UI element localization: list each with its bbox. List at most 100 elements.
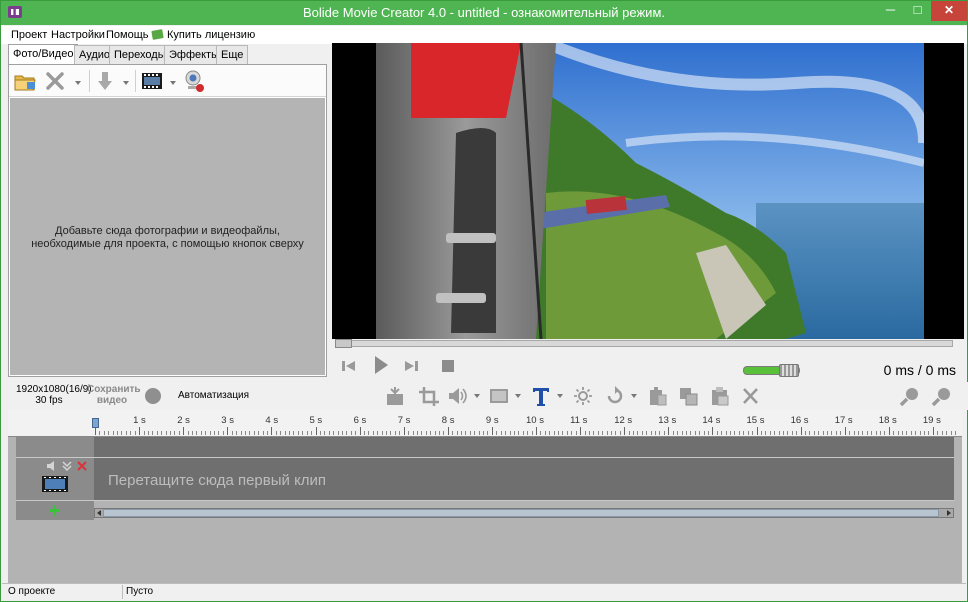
volume-icon[interactable] xyxy=(447,386,469,406)
video-scrub-bar[interactable] xyxy=(335,339,953,348)
remove-icon[interactable] xyxy=(740,386,762,406)
step-forward-icon[interactable] xyxy=(404,359,418,373)
ruler-major-tick xyxy=(403,427,405,435)
scroll-left-icon[interactable] xyxy=(95,509,103,517)
save-video-button[interactable]: Сохранить видео xyxy=(87,384,141,406)
ruler-minor-tick xyxy=(699,431,701,435)
ruler-major-tick xyxy=(888,427,890,435)
text-icon[interactable] xyxy=(531,386,553,406)
rotate-icon[interactable] xyxy=(605,386,627,406)
split-icon[interactable] xyxy=(384,386,406,406)
ruler-minor-tick xyxy=(615,431,617,435)
tab-more[interactable]: Еще xyxy=(216,45,249,64)
step-back-icon[interactable] xyxy=(342,359,356,373)
text-dropdown-icon[interactable] xyxy=(557,394,563,398)
menu-buy-license[interactable]: Купить лицензию xyxy=(167,29,255,41)
play-icon[interactable] xyxy=(373,355,389,375)
filter-dropdown-icon[interactable] xyxy=(515,394,521,398)
ruler-minor-tick xyxy=(544,431,546,435)
tab-photo-video[interactable]: Фото/Видео xyxy=(8,44,79,65)
clipboard-icon[interactable] xyxy=(709,386,731,406)
record-icon[interactable] xyxy=(145,388,161,404)
overlay-track[interactable] xyxy=(94,437,954,457)
ruler-minor-tick xyxy=(562,431,564,435)
ruler-minor-tick xyxy=(478,431,480,435)
film-dropdown-icon[interactable] xyxy=(170,81,176,85)
ruler-minor-tick xyxy=(500,431,502,435)
scroll-right-icon[interactable] xyxy=(945,509,953,517)
ruler-major-tick xyxy=(139,427,141,435)
move-dropdown-icon[interactable] xyxy=(123,81,129,85)
ruler-major-tick xyxy=(800,427,802,435)
volume-slider[interactable] xyxy=(743,364,800,377)
paste-icon[interactable] xyxy=(678,386,700,406)
brightness-icon[interactable] xyxy=(572,386,594,406)
resolution-label: 1920x1080(16/9) xyxy=(16,384,92,395)
ruler-minor-tick xyxy=(200,431,202,435)
ruler-minor-tick xyxy=(174,431,176,435)
move-down-icon[interactable] xyxy=(95,70,115,92)
ruler-label: 6 s xyxy=(353,415,367,426)
zoom-out-icon[interactable] xyxy=(931,386,953,406)
menu-settings[interactable]: Настройки xyxy=(51,29,105,41)
media-drop-area[interactable]: Добавьте сюда фотографии и видеофайлы, н… xyxy=(10,98,325,375)
ruler-minor-tick xyxy=(588,431,590,435)
ruler-minor-tick xyxy=(840,431,842,435)
open-folder-icon[interactable] xyxy=(13,70,37,92)
menu-project[interactable]: Проект xyxy=(11,29,47,41)
tab-effects[interactable]: Эффекты xyxy=(164,45,225,64)
timeline-scroll-thumb[interactable] xyxy=(103,509,939,517)
status-project-info[interactable]: О проекте xyxy=(8,586,55,597)
ruler-minor-tick xyxy=(884,431,886,435)
project-format[interactable]: 1920x1080(16/9) 30 fps xyxy=(16,384,92,406)
volume-handle[interactable] xyxy=(779,364,799,377)
close-button[interactable]: ✕ xyxy=(931,1,967,21)
ruler-minor-tick xyxy=(293,431,295,435)
volume-dropdown-icon[interactable] xyxy=(474,394,480,398)
delete-icon[interactable] xyxy=(45,71,67,91)
media-tabs: Фото/Видео Аудио Переходы Эффекты Еще xyxy=(8,44,328,65)
track-header-top xyxy=(16,437,94,457)
ruler-minor-tick xyxy=(540,431,542,435)
title-bar[interactable]: Bolide Movie Creator 4.0 - untitled - оз… xyxy=(1,1,967,25)
delete-track-icon[interactable] xyxy=(76,460,88,472)
project-toolbar: 1920x1080(16/9) 30 fps Сохранить видео А… xyxy=(2,382,968,410)
mute-icon[interactable] xyxy=(46,460,58,472)
maximize-button[interactable]: □ xyxy=(904,1,931,21)
timeline-hscrollbar[interactable] xyxy=(94,508,954,518)
collapse-icon[interactable] xyxy=(61,460,73,472)
ruler-minor-tick xyxy=(474,431,476,435)
automation-button[interactable]: Автоматизация xyxy=(178,390,249,401)
ruler-minor-tick xyxy=(399,431,401,435)
menu-bar: Проект Настройки Помощь Купить лицензию xyxy=(1,26,967,44)
ruler-minor-tick xyxy=(430,431,432,435)
tab-transitions[interactable]: Переходы xyxy=(109,45,171,64)
menu-help[interactable]: Помощь xyxy=(106,29,149,41)
ruler-label: 5 s xyxy=(309,415,323,426)
ruler-minor-tick xyxy=(143,431,145,435)
video-track[interactable]: Перетащите сюда первый клип xyxy=(94,458,954,500)
zoom-in-icon[interactable] xyxy=(899,386,921,406)
crop-icon[interactable] xyxy=(418,386,440,406)
rotate-dropdown-icon[interactable] xyxy=(631,394,637,398)
ruler-major-tick xyxy=(580,427,582,435)
delete-dropdown-icon[interactable] xyxy=(75,81,81,85)
filter-icon[interactable] xyxy=(489,386,511,406)
timeline-playhead[interactable] xyxy=(92,418,99,428)
ruler-minor-tick xyxy=(408,431,410,435)
scrub-handle[interactable] xyxy=(335,339,352,348)
ruler-minor-tick xyxy=(941,431,943,435)
window-title: Bolide Movie Creator 4.0 - untitled - оз… xyxy=(303,5,665,20)
ruler-minor-tick xyxy=(752,431,754,435)
add-track-icon[interactable] xyxy=(48,504,61,517)
timeline-ruler[interactable]: 1 s 2 s 3 s 4 s 5 s 6 s 7 s 8 s 9 s 10 s 11 s 12 s 1… xyxy=(8,410,962,437)
ruler-minor-tick xyxy=(871,431,873,435)
copy-icon[interactable] xyxy=(647,386,669,406)
webcam-icon[interactable] xyxy=(182,69,206,93)
ruler-minor-tick xyxy=(205,431,207,435)
ruler-minor-tick xyxy=(469,431,471,435)
ruler-minor-tick xyxy=(262,431,264,435)
minimize-button[interactable]: ─ xyxy=(877,1,904,21)
film-icon[interactable] xyxy=(142,73,162,89)
stop-icon[interactable] xyxy=(441,359,455,373)
